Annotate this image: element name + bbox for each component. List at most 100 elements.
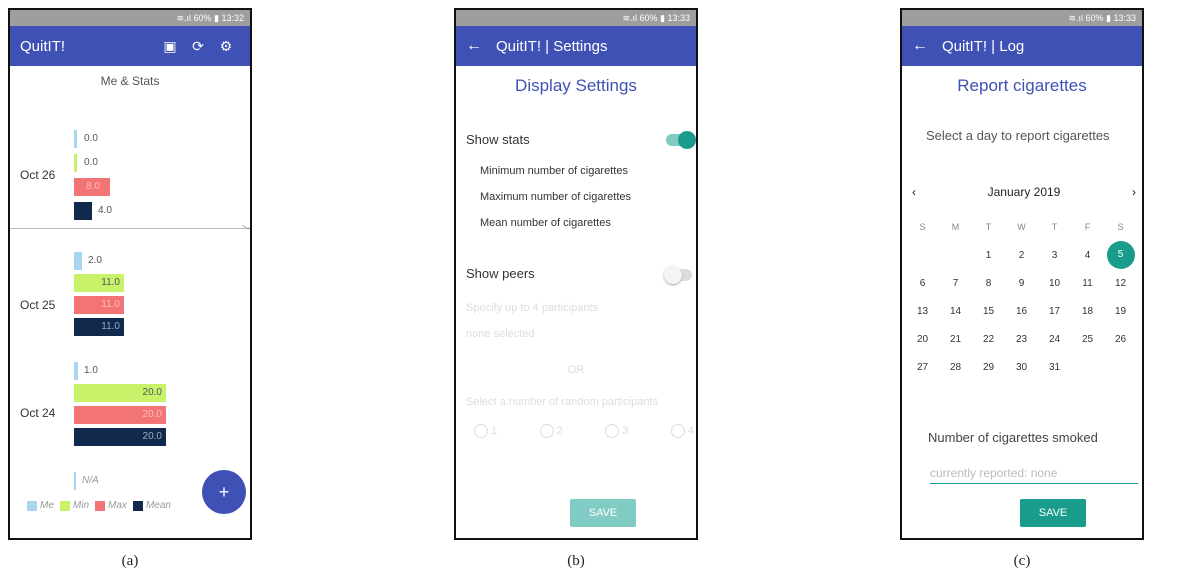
calendar-day[interactable]: 15 [972, 306, 1005, 317]
add-button[interactable]: + [202, 470, 246, 514]
report-prompt: Select a day to report cigarettes [926, 128, 1110, 143]
calendar-day[interactable]: 7 [939, 278, 972, 289]
show-peers-label: Show peers [466, 266, 535, 281]
calendar-day[interactable]: 11 [1071, 278, 1104, 289]
calendar-day[interactable]: 9 [1005, 278, 1038, 289]
back-arrow-icon[interactable]: ← [466, 37, 482, 55]
section-title: Me & Stats [100, 74, 160, 88]
legend-label-min: Min [72, 500, 90, 511]
status-bar: ≋.ıl 60% ▮ 13:33 [456, 10, 696, 26]
calendar: ‹ January 2019 › S M T W T F S 1 2 3 4 5… [906, 185, 1142, 381]
legend-label-me: Me [40, 500, 54, 511]
app-bar: ← QuitIT! | Log [902, 26, 1142, 66]
mean-value: 4.0 [98, 205, 112, 216]
radio-circle [670, 424, 685, 438]
caption-c: (c) [1013, 553, 1031, 569]
app-bar: ← QuitIT! | Settings [456, 26, 696, 66]
app-title: QuitIT! | Log [942, 37, 1025, 55]
prev-month-icon[interactable]: ‹ [912, 185, 916, 199]
legend-swatch-min [59, 500, 70, 511]
save-button[interactable]: SAVE [1020, 499, 1086, 527]
cigarette-count-input[interactable]: currently reported: none [930, 466, 1138, 484]
calendar-day[interactable]: 1 [972, 250, 1005, 261]
app-bar: QuitIT! ▣ ⟳ ⚙ [10, 26, 250, 66]
mean-value: 20.0 [142, 431, 162, 442]
refresh-icon[interactable]: ⟳ [184, 38, 212, 55]
calendar-day[interactable]: 20 [906, 334, 939, 345]
weekday-label: M [951, 222, 960, 232]
calendar-grid: S M T W T F S 1 2 3 4 5 6 7 8 9 10 11 12… [906, 213, 1142, 381]
calendar-day[interactable]: 29 [972, 362, 1005, 373]
na-value: N/A [82, 475, 99, 486]
me-bar: N/A [74, 472, 99, 490]
calendar-day[interactable]: 2 [1005, 250, 1038, 261]
weekday-label: T [1051, 222, 1058, 232]
calendar-day[interactable]: 28 [939, 362, 972, 373]
option-max-label: Maximum number of cigarettes [480, 191, 631, 203]
calendar-day[interactable]: 27 [906, 362, 939, 373]
calendar-day[interactable]: 16 [1005, 306, 1038, 317]
me-value: 2.0 [88, 255, 102, 266]
calendar-day[interactable]: 23 [1005, 334, 1038, 345]
legend-swatch-max [95, 500, 106, 511]
next-month-icon[interactable]: › [1132, 185, 1136, 199]
show-peers-toggle[interactable] [664, 266, 692, 284]
radio-label: 1 [491, 424, 498, 437]
chevron-down-icon[interactable]: ﹀ [242, 222, 250, 239]
radio-label: 3 [622, 424, 629, 437]
radio-option[interactable]: 2 [539, 424, 563, 438]
min-bar: 0.0 [74, 154, 98, 172]
min-value: 0.0 [84, 157, 98, 168]
calendar-day[interactable]: 14 [939, 306, 972, 317]
back-arrow-icon[interactable]: ← [912, 37, 928, 55]
calendar-day[interactable]: 3 [1038, 250, 1071, 261]
min-value: 11.0 [101, 277, 120, 288]
min-value: 20.0 [142, 387, 162, 398]
radio-option[interactable]: 4 [670, 424, 694, 438]
calendar-day[interactable]: 10 [1038, 278, 1071, 289]
calendar-day[interactable]: 25 [1071, 334, 1104, 345]
me-bar: 2.0 [74, 252, 102, 270]
random-participants-label: Select a number of random participants [466, 396, 658, 408]
save-button[interactable]: SAVE [570, 499, 636, 527]
radio-option[interactable]: 1 [474, 424, 497, 438]
max-bar: 20.0 [74, 406, 166, 424]
calendar-day[interactable]: 30 [1005, 362, 1038, 373]
calendar-day[interactable]: 31 [1038, 362, 1071, 373]
weekday-label: W [1017, 222, 1026, 232]
app-title: QuitIT! | Settings [496, 37, 608, 55]
legend-swatch-me [27, 500, 37, 511]
phone-settings-screen: ≋.ıl 60% ▮ 13:33 ← QuitIT! | Settings Di… [454, 8, 698, 540]
radio-circle [605, 424, 620, 438]
calendar-header: ‹ January 2019 › [906, 185, 1142, 199]
calendar-day[interactable]: 19 [1104, 306, 1137, 317]
calendar-day[interactable]: 17 [1038, 306, 1071, 317]
participants-dropdown[interactable]: none selected [466, 328, 535, 340]
mean-bar: 11.0 [74, 318, 124, 336]
calendar-day[interactable]: 18 [1071, 306, 1104, 317]
show-stats-toggle[interactable] [666, 131, 696, 149]
calendar-day[interactable]: 26 [1104, 334, 1137, 345]
gear-icon[interactable]: ⚙ [212, 38, 240, 55]
phone-stats-screen: ≋.ıl 60% ▮ 13:32 QuitIT! ▣ ⟳ ⚙ Me & Stat… [8, 8, 252, 540]
calendar-day[interactable]: 8 [972, 278, 1005, 289]
max-value: 20.0 [142, 409, 162, 420]
legend-swatch-mean [132, 500, 143, 511]
calendar-day[interactable]: 24 [1038, 334, 1071, 345]
calendar-day[interactable]: 12 [1104, 278, 1137, 289]
mean-bar: 4.0 [74, 202, 112, 220]
calendar-icon[interactable]: ▣ [156, 38, 184, 55]
calendar-day[interactable]: 22 [972, 334, 1005, 345]
calendar-day-selected[interactable]: 5 [1104, 241, 1137, 269]
calendar-day[interactable]: 4 [1071, 250, 1104, 261]
calendar-day[interactable]: 13 [906, 306, 939, 317]
min-bar: 20.0 [74, 384, 166, 402]
weekday-label: F [1084, 222, 1091, 232]
radio-option[interactable]: 3 [605, 424, 628, 438]
calendar-month: January 2019 [987, 185, 1061, 199]
page-heading: Display Settings [515, 76, 637, 95]
option-mean-label: Mean number of cigarettes [480, 217, 611, 229]
calendar-day[interactable]: 6 [906, 278, 939, 289]
toggle-knob [678, 131, 696, 149]
calendar-day[interactable]: 21 [939, 334, 972, 345]
